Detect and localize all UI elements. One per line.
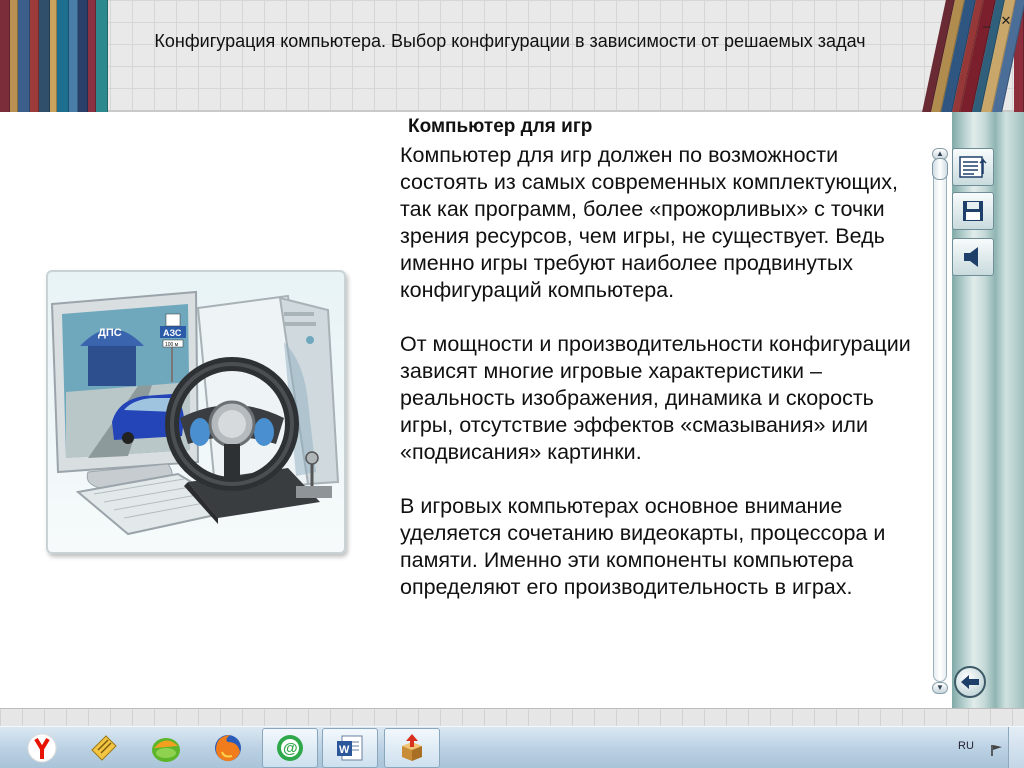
paragraph-3: В игровых компьютерах основное внимание … <box>400 494 886 599</box>
taskbar-green-app[interactable] <box>138 728 194 768</box>
sound-icon <box>964 247 978 267</box>
language-indicator[interactable]: RU <box>958 740 974 752</box>
minimize-button[interactable]: _ <box>980 14 994 28</box>
lesson-text: Компьютер для игр должен по возможности … <box>400 142 928 628</box>
package-installer-icon <box>402 734 422 761</box>
save-button[interactable] <box>952 192 994 230</box>
scroll-thumb[interactable] <box>932 158 948 180</box>
contents-icon <box>959 156 987 178</box>
contents-button[interactable] <box>952 148 994 186</box>
close-button[interactable]: ✕ <box>999 14 1013 28</box>
window-header: Конфигурация компьютера. Выбор конфигура… <box>0 0 1024 112</box>
green-app-icon <box>152 738 180 762</box>
save-icon <box>963 201 983 221</box>
taskbar-yandex[interactable] <box>14 728 70 768</box>
word-icon: W <box>337 735 363 761</box>
firefox-icon <box>215 735 241 762</box>
back-button[interactable] <box>954 666 986 698</box>
show-desktop-button[interactable] <box>1008 727 1024 768</box>
sound-button[interactable] <box>952 238 994 276</box>
gaming-computer-illustration: ДПС АЗС 100 м <box>46 270 346 554</box>
yandex-browser-icon <box>27 733 57 763</box>
scroll-track[interactable] <box>933 158 947 682</box>
scroll-down-icon[interactable]: ▼ <box>932 682 948 694</box>
content-area: Компьютер для игр Компьютер для игр долж… <box>0 112 952 708</box>
svg-text:W: W <box>339 744 350 756</box>
taskbar-notes[interactable] <box>76 728 132 768</box>
svg-text:@: @ <box>283 740 298 757</box>
bookshelf-left-decoration <box>0 0 108 112</box>
taskbar-firefox[interactable] <box>200 728 256 768</box>
tray-flag-icon[interactable] <box>990 743 1004 761</box>
taskbar: @ W RU <box>0 726 1024 768</box>
paragraph-2: От мощности и производительности конфигу… <box>400 332 911 464</box>
notes-icon <box>91 735 117 761</box>
taskbar-mail-agent[interactable]: @ <box>262 728 318 768</box>
content-scrollbar[interactable]: ▲ ▼ <box>930 148 950 694</box>
window-title: Конфигурация компьютера. Выбор конфигура… <box>154 31 866 51</box>
sign-dps: ДПС <box>98 327 122 339</box>
taskbar-word[interactable]: W <box>322 728 378 768</box>
sign-azs: АЗС <box>163 328 182 338</box>
window-footer <box>0 708 1024 726</box>
taskbar-installer[interactable] <box>384 728 440 768</box>
paragraph-1: Компьютер для игр должен по возможности … <box>400 143 898 302</box>
section-title: Компьютер для игр <box>408 116 593 137</box>
mail-agent-icon: @ <box>277 735 303 761</box>
back-arrow-icon <box>961 675 979 689</box>
navigation-panel <box>952 112 1024 708</box>
